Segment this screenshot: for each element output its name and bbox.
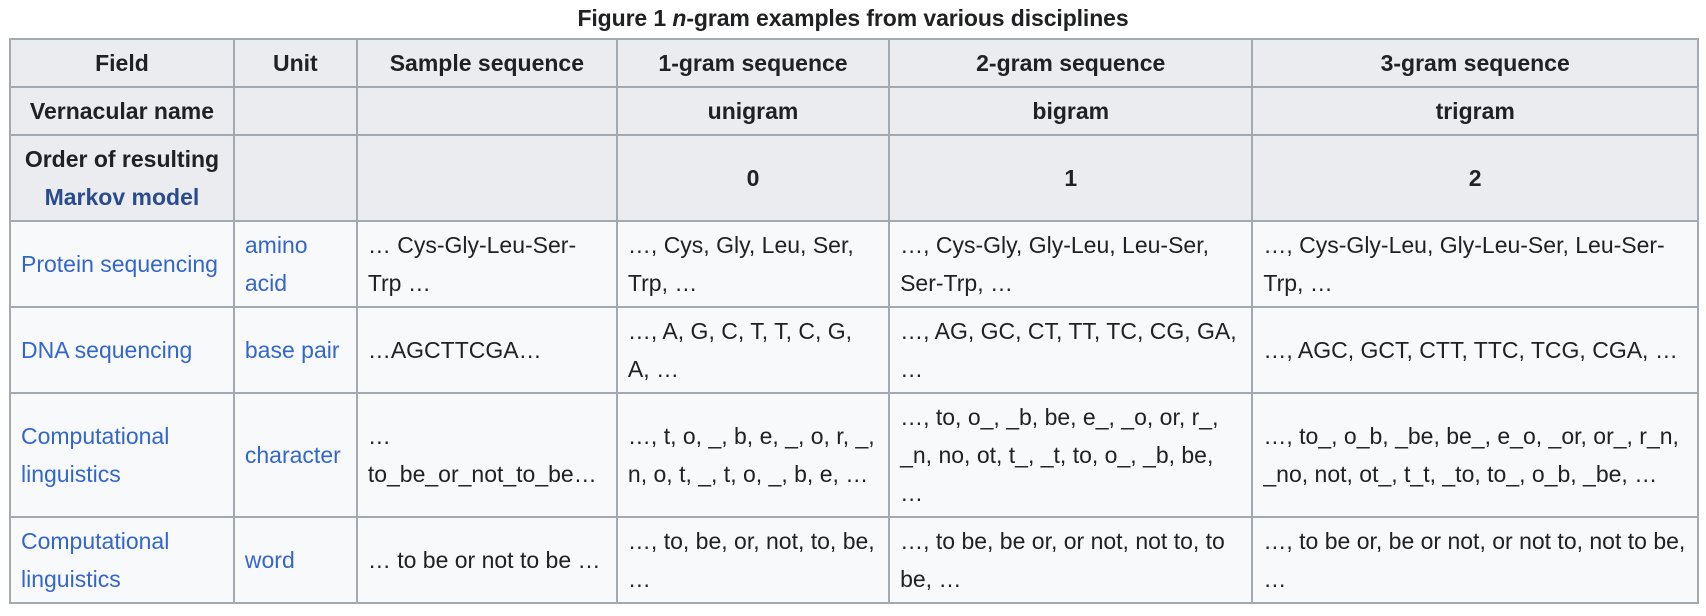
caption-prefix: Figure 1 <box>577 5 673 31</box>
sample-cell: … Cys-Gly-Leu-Ser-Trp … <box>355 220 618 308</box>
header-row-vernacular: Vernacular name unigram bigram trigram <box>9 86 1699 136</box>
ngram-examples-table: Field Unit Sample sequence 1-gram sequen… <box>9 38 1699 604</box>
unit-link-character[interactable]: character <box>245 442 341 468</box>
unigram-cell: …, A, G, C, T, T, C, G, A, … <box>615 306 891 394</box>
unit-link-amino-acid[interactable]: amino acid <box>245 232 308 296</box>
field-link-protein-sequencing[interactable]: Protein sequencing <box>21 251 218 277</box>
markov-order-text: Order of resulting <box>24 146 220 172</box>
markov-order-label: Order of resulting Markov model <box>9 134 235 222</box>
markov-order-bigram: 1 <box>888 134 1254 222</box>
header-sample-sequence: Sample sequence <box>355 38 618 88</box>
unit-cell: amino acid <box>232 220 358 308</box>
trigram-cell: …, to be or, be or not, or not to, not t… <box>1251 516 1699 604</box>
trigram-cell: …, AGC, GCT, CTT, TTC, TCG, CGA, … <box>1251 306 1699 394</box>
header-unit: Unit <box>232 38 358 88</box>
markov-order-unigram: 0 <box>615 134 891 222</box>
header-3gram-sequence: 3-gram sequence <box>1251 38 1699 88</box>
trigram-cell: …, to_, o_b, _be, be_, e_o, _or, or_, r_… <box>1251 392 1699 518</box>
sample-cell: …to_be_or_not_to_be… <box>355 392 618 518</box>
markov-model-link[interactable]: Markov model <box>45 184 200 210</box>
field-cell: Computational linguistics <box>9 392 235 518</box>
table-row: Protein sequencing amino acid … Cys-Gly-… <box>9 220 1699 308</box>
bigram-cell: …, to be, be or, or not, not to, to be, … <box>888 516 1254 604</box>
header-row-titles: Field Unit Sample sequence 1-gram sequen… <box>9 38 1699 88</box>
unit-link-word[interactable]: word <box>245 547 295 573</box>
unit-cell: word <box>232 516 358 604</box>
markov-order-trigram: 2 <box>1251 134 1699 222</box>
vernacular-bigram: bigram <box>888 86 1254 136</box>
caption-suffix: -gram examples from various disciplines <box>686 5 1129 31</box>
markov-sample-empty <box>355 134 618 222</box>
bigram-cell: …, Cys-Gly, Gly-Leu, Leu-Ser, Ser-Trp, … <box>888 220 1254 308</box>
vernacular-trigram: trigram <box>1251 86 1699 136</box>
sample-cell: … to be or not to be … <box>355 516 618 604</box>
header-1gram-sequence: 1-gram sequence <box>615 38 891 88</box>
header-field: Field <box>9 38 235 88</box>
field-cell: Protein sequencing <box>9 220 235 308</box>
vernacular-name-label: Vernacular name <box>9 86 235 136</box>
field-link-computational-linguistics[interactable]: Computational linguistics <box>21 423 169 487</box>
vernacular-unigram: unigram <box>615 86 891 136</box>
field-cell: DNA sequencing <box>9 306 235 394</box>
unigram-cell: …, t, o, _, b, e, _, o, r, _, n, o, t, _… <box>615 392 891 518</box>
table-row: DNA sequencing base pair …AGCTTCGA… …, A… <box>9 306 1699 394</box>
vernacular-unit-empty <box>232 86 358 136</box>
header-row-markov-order: Order of resulting Markov model 0 1 2 <box>9 134 1699 222</box>
unit-cell: base pair <box>232 306 358 394</box>
caption-italic-n: n <box>672 5 687 31</box>
trigram-cell: …, Cys-Gly-Leu, Gly-Leu-Ser, Leu-Ser-Trp… <box>1251 220 1699 308</box>
vernacular-sample-empty <box>355 86 618 136</box>
sample-cell: …AGCTTCGA… <box>355 306 618 394</box>
unigram-cell: …, to, be, or, not, to, be, … <box>615 516 891 604</box>
field-link-dna-sequencing[interactable]: DNA sequencing <box>21 337 192 363</box>
table-caption: Figure 1 n-gram examples from various di… <box>0 3 1706 33</box>
bigram-cell: …, to, o_, _b, be, e_, _o, or, r_, _n, n… <box>888 392 1254 518</box>
unit-cell: character <box>232 392 358 518</box>
markov-unit-empty <box>232 134 358 222</box>
field-link-computational-linguistics[interactable]: Computational linguistics <box>21 528 169 592</box>
header-2gram-sequence: 2-gram sequence <box>888 38 1254 88</box>
table-row: Computational linguistics word … to be o… <box>9 516 1699 604</box>
unit-link-base-pair[interactable]: base pair <box>245 337 340 363</box>
field-cell: Computational linguistics <box>9 516 235 604</box>
table-row: Computational linguistics character …to_… <box>9 392 1699 518</box>
unigram-cell: …, Cys, Gly, Leu, Ser, Trp, … <box>615 220 891 308</box>
bigram-cell: …, AG, GC, CT, TT, TC, CG, GA, … <box>888 306 1254 394</box>
